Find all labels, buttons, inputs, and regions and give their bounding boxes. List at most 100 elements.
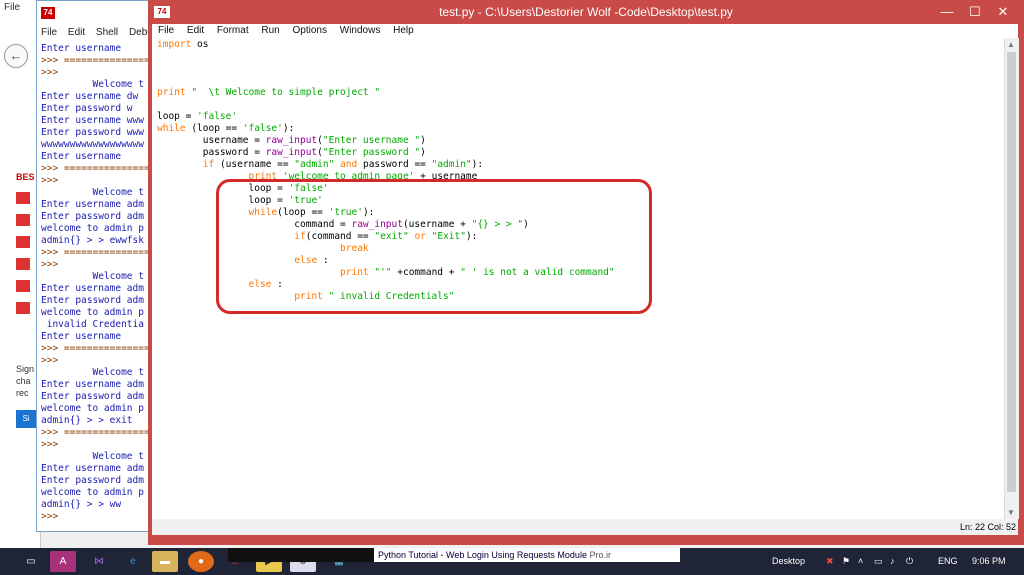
scrollbar-thumb[interactable] xyxy=(1007,52,1016,492)
taskbar: ▭ A ⋈ e ▬ ● ⌂ ▶ ⚙ ▦ Python Tutorial - We… xyxy=(0,548,1024,575)
shell-output-line: welcome to admin p xyxy=(41,307,144,318)
share-icon[interactable] xyxy=(16,280,30,292)
chevron-up-icon[interactable]: ˄ xyxy=(858,548,863,575)
shell-title-bar[interactable]: 74 xyxy=(37,1,153,25)
code-line: print " \t Welcome to simple project " xyxy=(157,87,615,99)
shell-prompt-line: >>> xyxy=(41,439,59,450)
code-token: "Enter username " xyxy=(322,135,421,146)
shell-prompt-line: >>> xyxy=(41,67,59,78)
menu-windows[interactable]: Windows xyxy=(340,25,381,36)
shell-output-line: Enter password adm xyxy=(41,295,144,306)
volume-icon[interactable]: ♪ xyxy=(890,548,895,575)
command-prompt-icon[interactable]: ▭ xyxy=(18,551,44,572)
code-token: 'false' xyxy=(197,111,238,122)
shell-output-line: Welcome t xyxy=(41,451,144,462)
shell-output-line: Enter password www xyxy=(41,127,144,138)
shell-prompt-line: >>> ================ xyxy=(41,247,153,258)
shell-output-line: Enter username adm xyxy=(41,283,144,294)
maximize-icon[interactable]: ☐ xyxy=(962,2,988,22)
code-token: if xyxy=(202,159,215,170)
code-token: os xyxy=(191,39,209,50)
share-icon[interactable] xyxy=(16,214,30,226)
shell-prompt-line: >>> ================ xyxy=(41,163,153,174)
shell-menu-edit[interactable]: Edit xyxy=(68,27,85,38)
share-icon[interactable] xyxy=(16,192,30,204)
desktop-toolbar-label[interactable]: Desktop xyxy=(772,548,805,575)
menu-edit[interactable]: Edit xyxy=(187,25,204,36)
file-explorer-icon[interactable]: ▬ xyxy=(152,551,178,572)
python-shell-window: 74 File Edit Shell Debug Enter username>… xyxy=(36,0,154,532)
shell-prompt-line: >>> xyxy=(41,175,59,186)
browser-blue-button[interactable]: Si xyxy=(16,410,36,428)
menu-format[interactable]: Format xyxy=(217,25,249,36)
code-token: username = xyxy=(157,135,266,146)
close-icon[interactable]: ✕ xyxy=(990,2,1016,22)
shell-output-line: Welcome t xyxy=(41,271,144,282)
code-line: if (username == "admin" and password == … xyxy=(157,159,615,171)
shell-menu-file[interactable]: File xyxy=(41,27,57,38)
code-line: password = raw_input("Enter password ") xyxy=(157,147,615,159)
cursor-position: Ln: 22 Col: 52 xyxy=(959,522,1016,532)
display-icon[interactable]: ▭ xyxy=(874,548,883,575)
browser-side-label: BES xyxy=(16,172,35,182)
shell-output-line: invalid Credentia xyxy=(41,319,144,330)
visual-studio-icon[interactable]: ⋈ xyxy=(86,551,112,572)
scroll-down-icon[interactable]: ▼ xyxy=(1007,508,1015,517)
language-indicator[interactable]: ENG xyxy=(938,548,958,575)
python-idle-icon: 74 xyxy=(41,7,55,19)
code-token: "admin" xyxy=(431,159,472,170)
share-icon[interactable] xyxy=(16,258,30,270)
code-token: while xyxy=(157,123,186,134)
shell-output-line: Enter password adm xyxy=(41,211,144,222)
code-token: 'false' xyxy=(242,123,283,134)
network-icon[interactable]: ✖ xyxy=(826,548,834,575)
shell-output-line: Enter username adm xyxy=(41,463,144,474)
code-line: while (loop == 'false'): xyxy=(157,123,615,135)
browser-side-label: Sign xyxy=(16,364,35,374)
editor-title-bar[interactable]: 74 test.py - C:\Users\Destorier Wolf -Co… xyxy=(148,0,1024,24)
shell-prompt-line: >>> ================ xyxy=(41,427,153,438)
highlight-box xyxy=(216,179,652,314)
browser-window-background: File ← BES Sign cha rec Si xyxy=(0,0,41,548)
shell-output-line: Welcome t xyxy=(41,79,144,90)
browser-menu-file[interactable]: File xyxy=(4,2,20,13)
shell-prompt-line: >>> xyxy=(41,355,59,366)
internet-explorer-icon[interactable]: e xyxy=(120,551,146,572)
browser-side-label: cha xyxy=(16,376,31,386)
menu-file[interactable]: File xyxy=(158,25,174,36)
power-icon[interactable]: ⏻ xyxy=(906,548,913,575)
shell-output-line: Welcome t xyxy=(41,187,144,198)
status-bar: Ln: 22 Col: 52 xyxy=(152,519,1018,535)
share-icon[interactable] xyxy=(16,302,30,314)
shell-output-line: Enter password w xyxy=(41,103,133,114)
code-token: ): xyxy=(282,123,295,134)
shell-output-line: Enter username adm xyxy=(41,379,144,390)
shell-output-line: admin{} > > ewwfsk xyxy=(41,235,144,246)
menu-options[interactable]: Options xyxy=(293,25,327,36)
flag-icon[interactable]: ⚑ xyxy=(842,548,850,575)
shell-prompt-line: >>> xyxy=(41,259,59,270)
back-icon[interactable]: ← xyxy=(4,44,28,68)
firefox-icon[interactable]: ● xyxy=(188,551,214,572)
code-token: loop = xyxy=(157,111,198,122)
menu-run[interactable]: Run xyxy=(261,25,279,36)
video-overlay-banner: Python Tutorial - Web Login Using Reques… xyxy=(228,548,680,562)
shell-output-line: welcome to admin p xyxy=(41,223,144,234)
shell-menu-shell[interactable]: Shell xyxy=(96,27,118,38)
clock[interactable]: 9:06 PM xyxy=(972,548,1006,575)
shell-menu-bar: File Edit Shell Debug xyxy=(37,25,153,41)
shell-output[interactable]: Enter username >>> ================ >>> We… xyxy=(41,43,153,531)
menu-help[interactable]: Help xyxy=(393,25,414,36)
app-icon-a[interactable]: A xyxy=(50,551,76,572)
vertical-scrollbar[interactable]: ▲ ▼ xyxy=(1004,38,1019,519)
scroll-up-icon[interactable]: ▲ xyxy=(1007,40,1015,49)
minimize-icon[interactable]: — xyxy=(934,2,960,22)
share-icon[interactable] xyxy=(16,236,30,248)
code-line: import os xyxy=(157,39,615,51)
shell-output-line: Enter username adm xyxy=(41,199,144,210)
shell-output-line: Enter username dw xyxy=(41,91,139,102)
window-title: test.py - C:\Users\Destorier Wolf -Code\… xyxy=(439,5,733,19)
